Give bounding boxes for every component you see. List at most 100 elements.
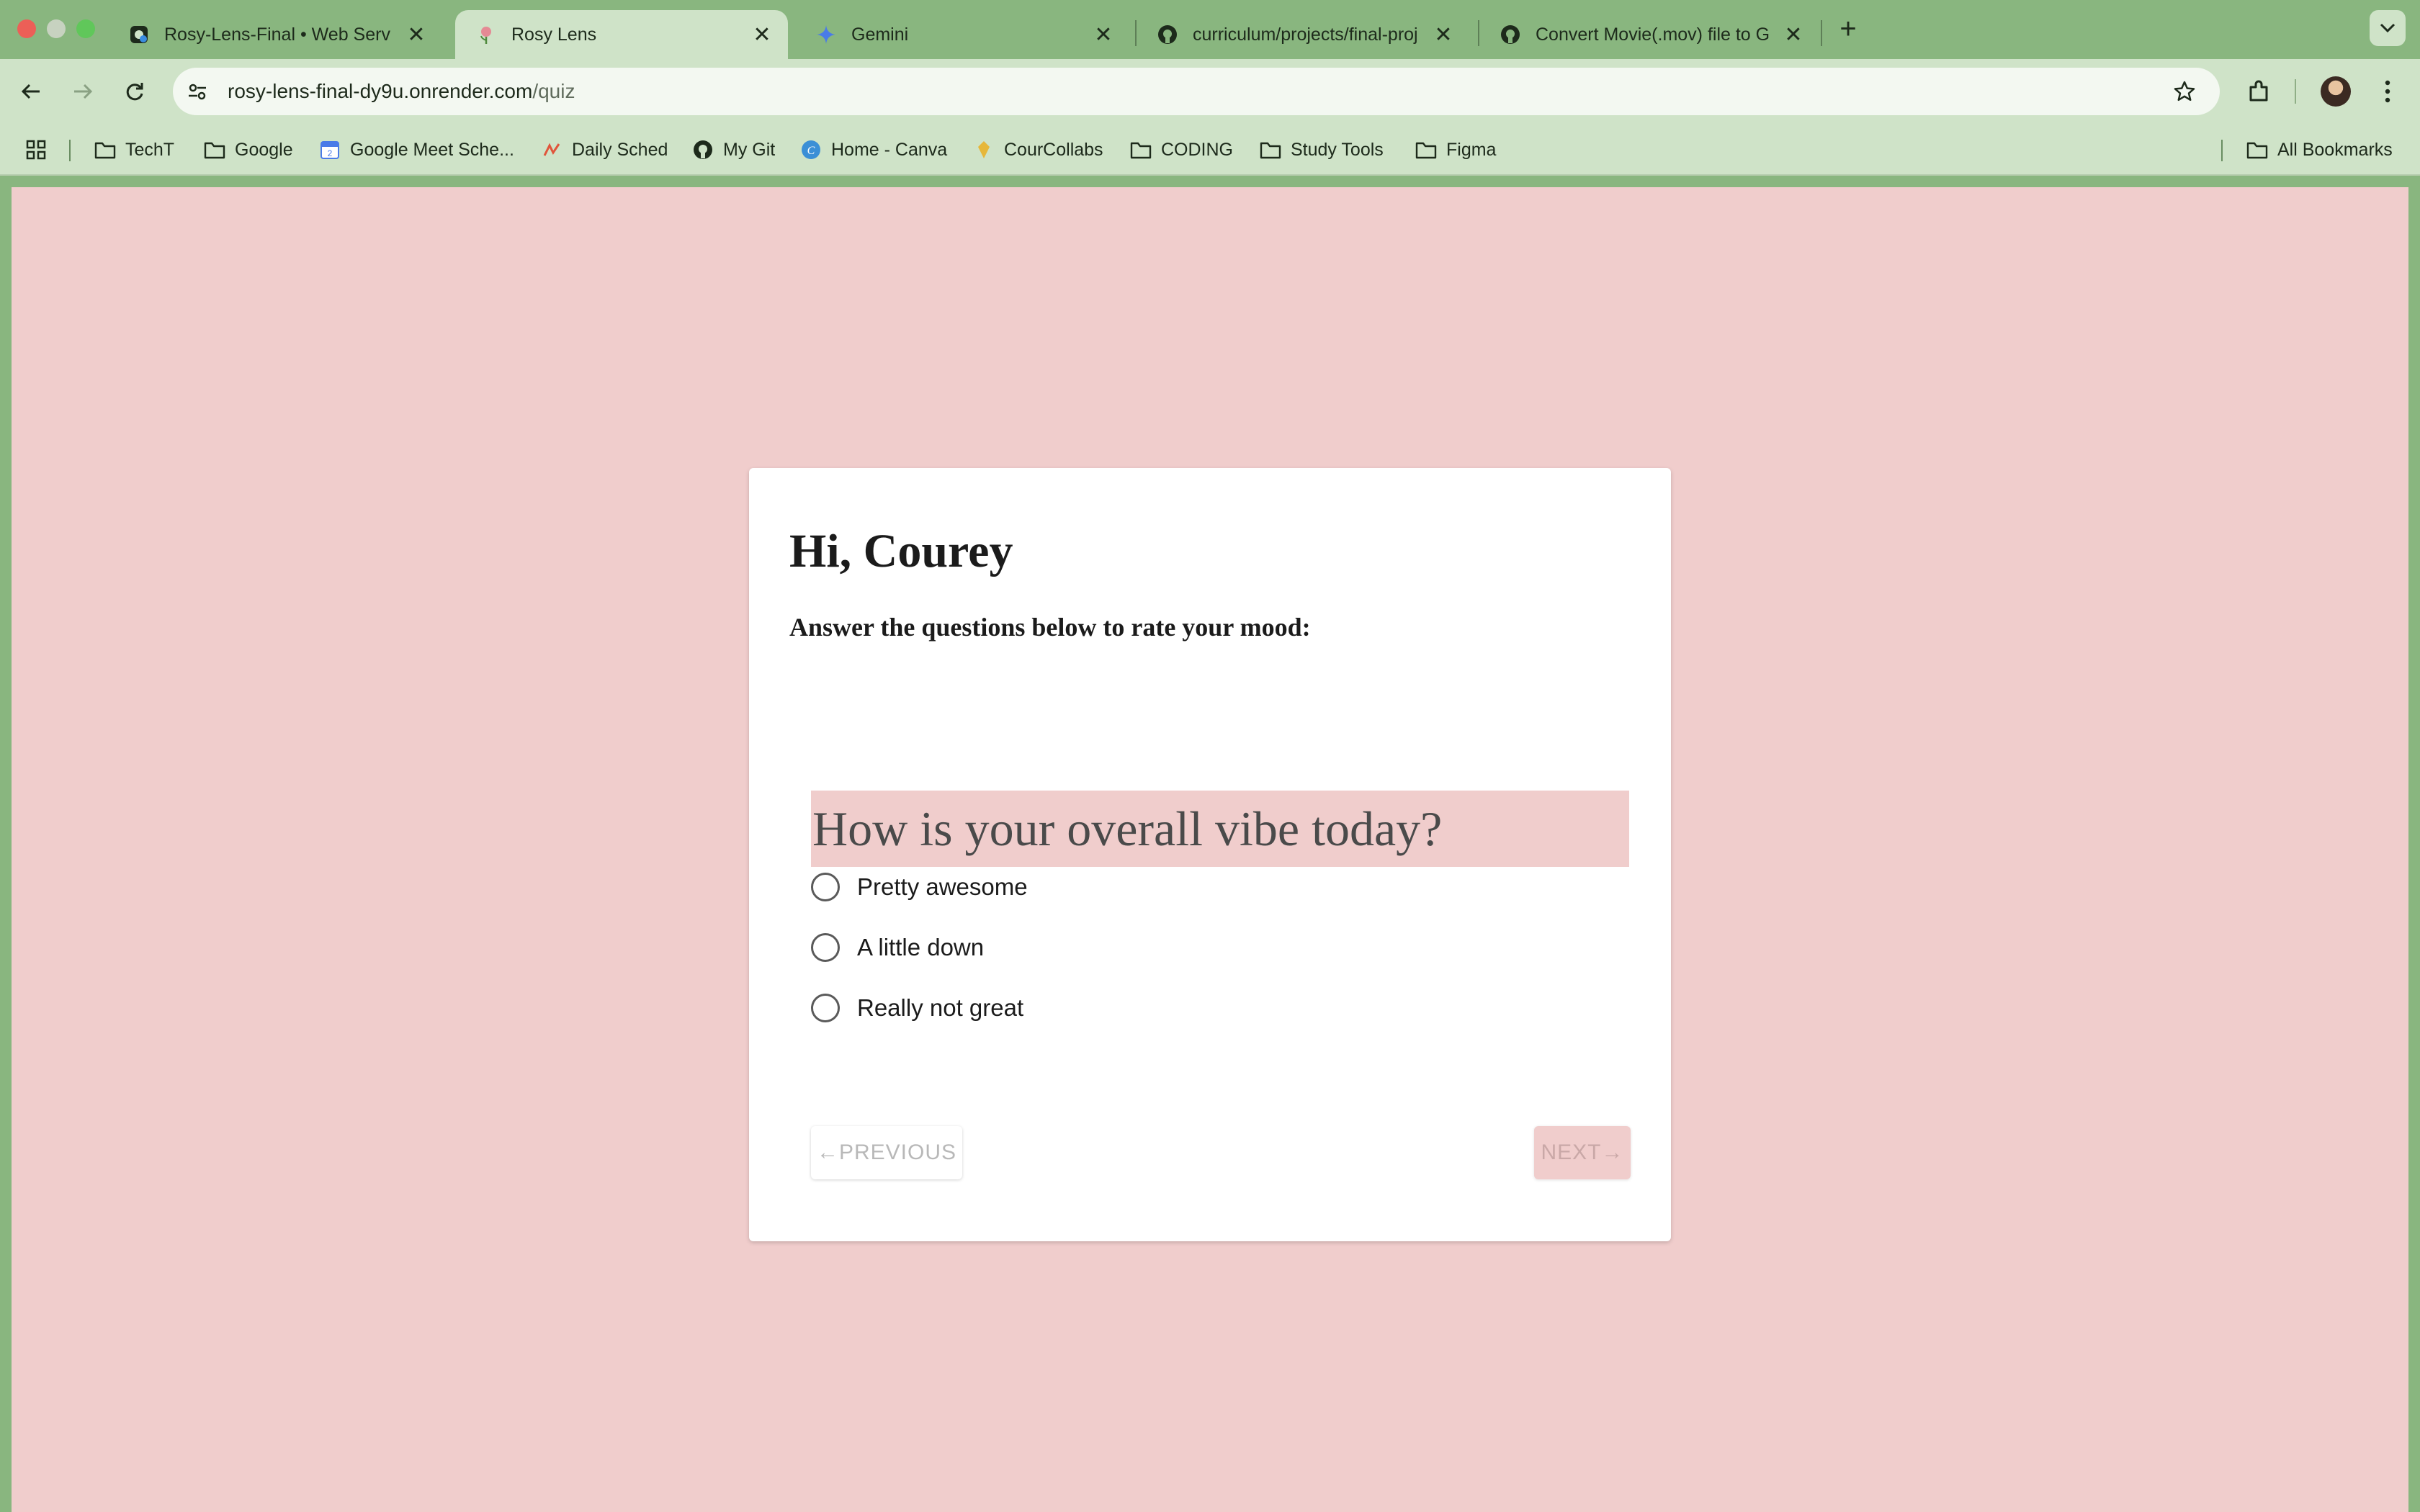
site-info-icon[interactable] (182, 76, 213, 107)
tab-curriculum-final-project[interactable]: curriculum/projects/final-proj ✕ (1137, 10, 1469, 59)
all-bookmarks-button[interactable]: All Bookmarks (2246, 134, 2393, 166)
bookmark-google[interactable]: Google (203, 134, 293, 166)
close-tab-icon[interactable]: ✕ (1092, 23, 1115, 47)
bookmark-courcollabs[interactable]: CourCollabs (972, 134, 1103, 166)
calendar-icon: 2 (318, 138, 341, 161)
bookmark-home-canva[interactable]: C Home - Canva (799, 134, 947, 166)
reload-button[interactable] (115, 72, 154, 111)
github-icon (1157, 24, 1178, 45)
url-path: /quiz (532, 80, 575, 102)
option-a-little-down[interactable]: A little down (811, 926, 984, 969)
close-tab-icon[interactable]: ✕ (1782, 23, 1805, 47)
reload-icon (126, 83, 143, 101)
apps-grid-icon (24, 138, 48, 161)
option-really-not-great[interactable]: Really not great (811, 986, 1023, 1030)
bookmark-label: Figma (1446, 139, 1497, 160)
close-tab-icon[interactable]: ✕ (750, 23, 774, 47)
tab-convert-movie-file[interactable]: Convert Movie(.mov) file to G ✕ (1479, 10, 1819, 59)
svg-text:C: C (807, 145, 815, 157)
tab-title: curriculum/projects/final-proj (1193, 24, 1418, 45)
tab-search-button[interactable] (2370, 10, 2406, 46)
minimize-window-button[interactable] (47, 19, 66, 38)
close-window-button[interactable] (17, 19, 36, 38)
bookmark-label: Study Tools (1291, 139, 1384, 160)
profile-avatar[interactable] (2321, 76, 2351, 107)
bookmarks-bar: TechT Google 2 Google Meet Sche... Daily… (0, 124, 2420, 176)
next-button[interactable]: NEXT→ (1534, 1126, 1631, 1179)
chevron-down-icon (2380, 18, 2396, 38)
forward-button[interactable] (63, 72, 102, 111)
apps-button[interactable] (24, 134, 56, 166)
tab-rosy-lens-final-web-service[interactable]: Rosy-Lens-Final • Web Serv ✕ (108, 10, 442, 59)
svg-text:2: 2 (328, 148, 333, 158)
tab-title: Convert Movie(.mov) file to G (1536, 24, 1770, 45)
fullscreen-window-button[interactable] (76, 19, 95, 38)
folder-icon (203, 138, 226, 161)
bookmark-coding[interactable]: CODING (1129, 134, 1233, 166)
bookmark-label: My Git (723, 139, 776, 160)
folder-icon (1415, 138, 1438, 161)
bookmark-label: Google Meet Sche... (350, 139, 514, 160)
gemini-sparkle-icon (815, 24, 837, 45)
close-tab-icon[interactable]: ✕ (1432, 23, 1455, 47)
greeting-heading: Hi, Courey (789, 525, 1013, 577)
question-text: How is your overall vibe today? (811, 791, 1629, 867)
url-host: rosy-lens-final-dy9u.onrender.com (228, 80, 533, 102)
bookmark-google-meet-schedule[interactable]: 2 Google Meet Sche... (318, 134, 514, 166)
radio-button[interactable] (811, 933, 840, 962)
radio-button[interactable] (811, 873, 840, 901)
new-tab-button[interactable]: + (1832, 13, 1864, 45)
tab-title: Rosy Lens (511, 24, 597, 45)
url-text: rosy-lens-final-dy9u.onrender.com/quiz (228, 80, 575, 103)
all-bookmarks-label: All Bookmarks (2277, 139, 2393, 160)
previous-button[interactable]: ←PREVIOUS (811, 1126, 962, 1179)
folder-icon (1259, 138, 1282, 161)
bookmark-separator (69, 140, 71, 161)
tab-title: Rosy-Lens-Final • Web Serv (164, 24, 390, 45)
render-icon (128, 24, 150, 45)
arrow-left-icon (21, 84, 40, 99)
tab-title: Gemini (851, 24, 909, 45)
extensions-icon[interactable] (2241, 73, 2277, 109)
tab-strip: Rosy-Lens-Final • Web Serv ✕ Rosy Lens ✕… (0, 0, 2420, 59)
bookmark-my-git[interactable]: My Git (691, 134, 775, 166)
bookmark-label: CODING (1161, 139, 1233, 160)
option-label: Pretty awesome (857, 873, 1028, 900)
quiz-instruction: Answer the questions below to rate your … (789, 613, 1311, 642)
option-pretty-awesome[interactable]: Pretty awesome (811, 865, 1028, 909)
back-button[interactable] (12, 72, 50, 111)
close-tab-icon[interactable]: ✕ (405, 23, 428, 47)
radio-button[interactable] (811, 994, 840, 1022)
bookmark-label: Google (235, 139, 293, 160)
bookmark-site-icon (972, 138, 995, 161)
address-bar[interactable]: rosy-lens-final-dy9u.onrender.com/quiz (173, 68, 2220, 115)
canva-icon: C (799, 138, 823, 161)
bookmark-daily-sched[interactable]: Daily Sched (540, 134, 668, 166)
github-icon (691, 138, 714, 161)
browser-toolbar: rosy-lens-final-dy9u.onrender.com/quiz (0, 59, 2420, 124)
bookmark-figma[interactable]: Figma (1415, 134, 1496, 166)
folder-icon (94, 138, 117, 161)
arrow-right-icon (74, 84, 93, 99)
quiz-card: Hi, Courey Answer the questions below to… (749, 468, 1671, 1241)
bookmark-site-icon (540, 138, 563, 161)
bookmark-label: TechT (125, 139, 175, 160)
bookmark-separator (2221, 140, 2223, 161)
folder-icon (1129, 138, 1152, 161)
tab-separator (1821, 20, 1822, 46)
bookmark-study-tools[interactable]: Study Tools (1259, 134, 1384, 166)
folder-icon (2246, 138, 2269, 161)
option-label: A little down (857, 934, 985, 960)
bookmark-label: Daily Sched (572, 139, 668, 160)
bookmark-label: CourCollabs (1004, 139, 1103, 160)
rose-icon (475, 24, 497, 45)
option-label: Really not great (857, 994, 1024, 1021)
toolbar-divider (2295, 79, 2296, 104)
page-viewport: Hi, Courey Answer the questions below to… (12, 187, 2408, 1512)
more-menu-icon[interactable] (2370, 73, 2406, 109)
bookmark-label: Home - Canva (831, 139, 948, 160)
tab-gemini[interactable]: Gemini ✕ (795, 10, 1129, 59)
tab-rosy-lens[interactable]: Rosy Lens ✕ (455, 10, 788, 59)
bookmark-techt[interactable]: TechT (94, 134, 174, 166)
bookmark-star-icon[interactable] (2171, 78, 2198, 105)
